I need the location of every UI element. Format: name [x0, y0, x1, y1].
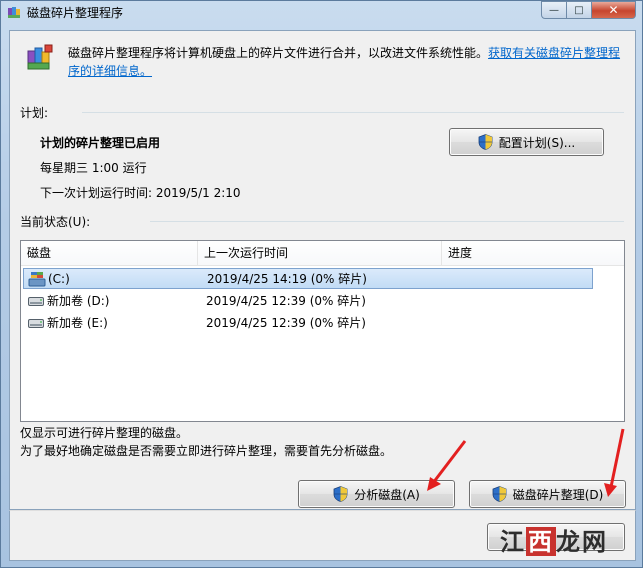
disk-row-c[interactable]: (C:) 2019/4/25 14:19 (0% 碎片)	[23, 268, 593, 289]
maximize-button[interactable]: □	[567, 1, 592, 19]
disk-last-run: 2019/4/25 14:19 (0% 碎片)	[207, 272, 367, 286]
analyze-disk-button[interactable]: 分析磁盘(A)	[298, 480, 455, 508]
watermark-right: 龙网	[556, 527, 608, 556]
disk-row-d[interactable]: 新加卷 (D:) 2019/4/25 12:39 (0% 碎片)	[23, 291, 593, 312]
disk-name: 新加卷 (E:)	[47, 316, 108, 330]
uac-shield-icon	[492, 486, 507, 502]
defrag-program-icon	[27, 44, 53, 70]
defrag-disk-button[interactable]: 磁盘碎片整理(D)	[469, 480, 626, 508]
window-title: 磁盘碎片整理程序	[27, 6, 124, 20]
disk-list[interactable]: 磁盘 上一次运行时间 进度 (C:) 2019/4/25 14:19 (0% 碎…	[20, 240, 625, 422]
close-button[interactable]: ✕	[592, 1, 636, 19]
column-header-disk[interactable]: 磁盘	[21, 241, 198, 266]
current-status-divider	[150, 221, 624, 222]
drive-icon	[28, 319, 44, 328]
disk-last-run: 2019/4/25 12:39 (0% 碎片)	[206, 316, 366, 330]
minimize-button[interactable]: —	[541, 1, 567, 19]
uac-shield-icon	[333, 486, 348, 502]
intro-description: 磁盘碎片整理程序将计算机硬盘上的碎片文件进行合并，以改进文件系统性能。	[68, 46, 489, 60]
configure-schedule-label: 配置计划(S)...	[498, 135, 576, 150]
disk-name: 新加卷 (D:)	[47, 294, 110, 308]
defrag-window: 磁盘碎片整理程序 — □ ✕ 磁盘碎片整理程序将计算机硬盘上的碎片文件进行合并，…	[0, 0, 643, 568]
watermark-logo: 江西龙网	[500, 522, 608, 557]
watermark-mid: 西	[526, 527, 556, 556]
configure-schedule-button[interactable]: 配置计划(S)...	[449, 128, 604, 156]
schedule-divider	[82, 112, 624, 113]
intro-text: 磁盘碎片整理程序将计算机硬盘上的碎片文件进行合并，以改进文件系统性能。获取有关磁…	[68, 44, 628, 80]
disk-row-e[interactable]: 新加卷 (E:) 2019/4/25 12:39 (0% 碎片)	[23, 313, 593, 334]
disk-list-header: 磁盘 上一次运行时间 进度	[21, 241, 624, 266]
schedule-label: 计划:	[20, 106, 49, 120]
system-drive-icon	[28, 272, 46, 287]
column-header-last-run[interactable]: 上一次运行时间	[198, 241, 442, 266]
caption-buttons: — □ ✕	[541, 1, 636, 19]
note-defrag-only: 仅显示可进行碎片整理的磁盘。	[20, 426, 189, 440]
disk-last-run: 2019/4/25 12:39 (0% 碎片)	[206, 294, 366, 308]
defrag-app-icon	[8, 7, 20, 18]
uac-shield-icon	[478, 134, 493, 150]
watermark-left: 江	[500, 527, 526, 556]
drive-icon	[28, 297, 44, 306]
schedule-frequency: 每星期三 1:00 运行	[40, 161, 147, 175]
title-bar[interactable]: 磁盘碎片整理程序 — □ ✕	[1, 1, 642, 23]
schedule-status: 计划的碎片整理已启用	[40, 136, 161, 150]
schedule-next-run: 下一次计划运行时间: 2019/5/1 2:10	[40, 186, 241, 200]
disk-name: (C:)	[48, 272, 70, 286]
column-header-progress[interactable]: 进度	[442, 241, 624, 266]
analyze-disk-label: 分析磁盘(A)	[354, 487, 420, 502]
note-analyze-first: 为了最好地确定磁盘是否需要立即进行碎片整理，需要首先分析磁盘。	[20, 444, 393, 458]
current-status-label: 当前状态(U):	[20, 215, 91, 229]
defrag-disk-label: 磁盘碎片整理(D)	[512, 487, 604, 502]
main-panel: 磁盘碎片整理程序将计算机硬盘上的碎片文件进行合并，以改进文件系统性能。获取有关磁…	[9, 30, 636, 510]
